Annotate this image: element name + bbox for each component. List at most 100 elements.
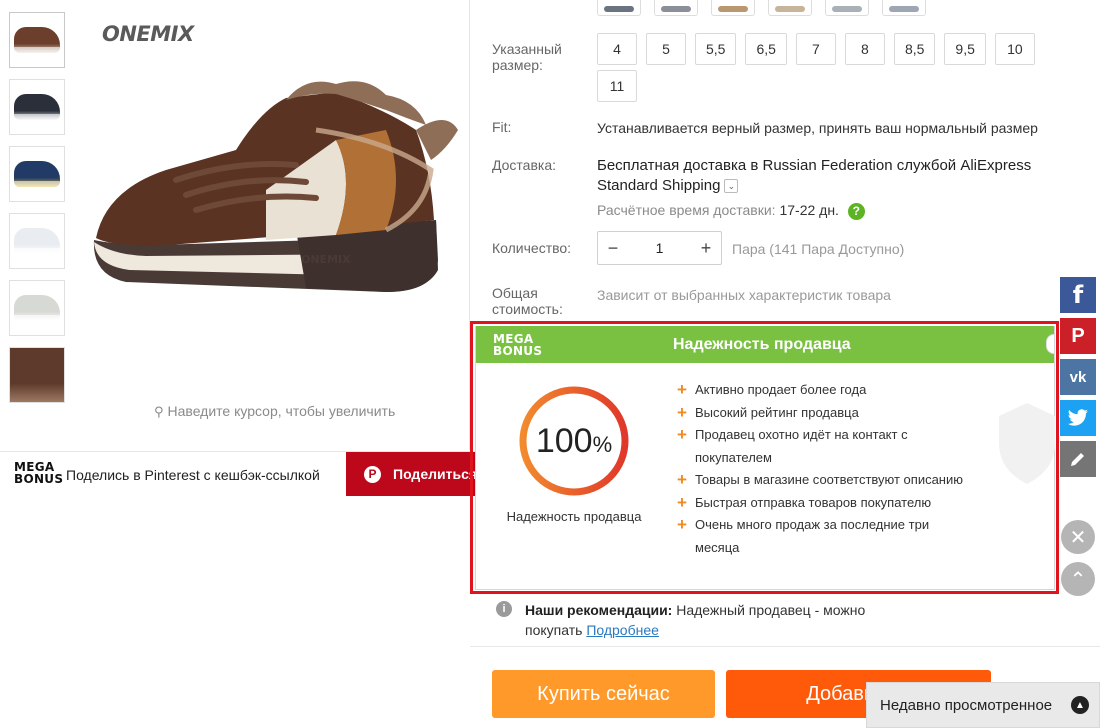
- thumbnail-image: [14, 27, 60, 53]
- size-option[interactable]: 7: [795, 33, 836, 65]
- color-swatch[interactable]: [768, 0, 812, 16]
- thumbnail[interactable]: [9, 12, 65, 68]
- thumbnail-list: [9, 12, 65, 414]
- pinterest-icon: P: [364, 465, 381, 483]
- thumbnail[interactable]: [9, 280, 65, 336]
- megabonus-logo: MEGA BONUS: [14, 461, 63, 485]
- size-option[interactable]: 5: [646, 33, 686, 65]
- color-swatch[interactable]: [654, 0, 698, 16]
- info-icon: i: [496, 601, 512, 617]
- plus-icon: +: [677, 470, 687, 489]
- collapse-tab[interactable]: [1046, 334, 1054, 354]
- recommendation-label: Наши рекомендации:: [525, 602, 673, 618]
- size-option[interactable]: 11: [597, 70, 637, 102]
- seller-reliability-panel: MEGA BONUS Надежность продавца 100% Наде…: [475, 326, 1055, 590]
- thumbnail-image: [14, 161, 60, 187]
- twitter-bird: [1067, 409, 1088, 426]
- fit-value: Устанавливается верный размер, принять в…: [597, 120, 1038, 136]
- plus-icon: +: [677, 425, 687, 444]
- quantity-increase-button[interactable]: +: [691, 232, 721, 264]
- color-swatch[interactable]: [597, 0, 641, 16]
- reliability-percent-sign: %: [592, 432, 613, 457]
- size-option[interactable]: 4: [597, 33, 637, 65]
- list-item: + Очень много продаж за последние три мес…: [677, 514, 967, 559]
- magnifier-icon: ⚲: [154, 404, 164, 419]
- total-label: Общая стоимость:: [492, 285, 563, 317]
- list-item: + Высокий рейтинг продавца: [677, 402, 967, 425]
- list-item: + Активно продает более года: [677, 379, 967, 402]
- plus-icon: +: [677, 492, 687, 512]
- chevron-up-icon[interactable]: ▲: [1071, 696, 1089, 714]
- zoom-hint: ⚲ Наведите курсор, чтобы увеличить: [154, 403, 395, 420]
- thumbnail-image: [14, 94, 60, 120]
- divider: [470, 646, 1100, 647]
- pinterest-icon[interactable]: P: [1060, 318, 1096, 354]
- twitter-icon[interactable]: [1060, 400, 1096, 436]
- reliability-points: + Активно продает более года + Высокий рей…: [677, 379, 967, 559]
- question-icon[interactable]: ?: [847, 202, 865, 220]
- size-option[interactable]: 6,5: [745, 33, 787, 65]
- quantity-decrease-button[interactable]: −: [598, 232, 628, 264]
- scroll-top-icon[interactable]: ⌃: [1061, 562, 1095, 596]
- color-swatch[interactable]: [825, 0, 869, 16]
- pinterest-share-label: Поделиться: [393, 466, 478, 482]
- color-swatch-fill: [604, 6, 634, 12]
- color-swatch[interactable]: [711, 0, 755, 16]
- color-swatch-fill: [661, 6, 691, 12]
- recently-viewed-bar[interactable]: Недавно просмотренное ▲: [866, 682, 1100, 728]
- shipping-label: Доставка:: [492, 157, 557, 173]
- size-option[interactable]: 9,5: [944, 33, 986, 65]
- brand-logo: ONEMIX: [102, 22, 194, 46]
- color-swatch-fill: [775, 6, 805, 12]
- details-link[interactable]: Подробнее: [586, 622, 659, 638]
- facebook-icon[interactable]: f: [1060, 277, 1096, 313]
- vk-icon[interactable]: vk: [1060, 359, 1096, 395]
- shipping-method-text: Бесплатная доставка в Russian Federation…: [597, 157, 1032, 194]
- list-item-text: Быстрая отправка товаров покупателю: [695, 494, 932, 510]
- megabonus-logo: MEGA BONUS: [493, 333, 542, 357]
- list-item-text: Очень много продаж за последние три меся…: [695, 517, 930, 555]
- reliability-percent: 100%: [518, 422, 630, 461]
- buy-now-button[interactable]: Купить сейчас: [492, 670, 715, 718]
- zoom-hint-text: Наведите курсор, чтобы увеличить: [167, 403, 396, 419]
- close-icon[interactable]: ✕: [1061, 520, 1095, 554]
- list-item: + Продавец охотно идёт на контакт с покуп…: [677, 424, 967, 469]
- list-item: + Товары в магазине соответствуют описани…: [677, 469, 967, 492]
- size-option[interactable]: 8,5: [893, 33, 936, 65]
- size-option[interactable]: 10: [994, 33, 1035, 65]
- size-option[interactable]: 8: [844, 33, 885, 65]
- thumbnail[interactable]: [9, 146, 65, 202]
- color-swatch-fill: [889, 6, 919, 12]
- list-item-text: Продавец охотно идёт на контакт с покупа…: [695, 427, 908, 465]
- color-swatch-list: [597, 0, 926, 16]
- reliability-percent-value: 100: [535, 422, 593, 460]
- size-label: Указанный размер:: [492, 41, 562, 73]
- quantity-input[interactable]: 1: [628, 240, 691, 256]
- thumbnail[interactable]: [9, 347, 65, 403]
- quantity-stepper: − 1 +: [597, 231, 722, 265]
- plus-icon: +: [677, 402, 687, 422]
- list-item-text: Высокий рейтинг продавца: [695, 404, 859, 420]
- list-item: + Быстрая отправка товаров покупателю: [677, 492, 967, 515]
- recently-viewed-label: Недавно просмотренное: [880, 696, 1053, 714]
- social-share-sidebar: f P vk: [1060, 277, 1096, 482]
- main-product-image[interactable]: ONEMIX: [86, 70, 466, 310]
- total-value: Зависит от выбранных характеристик товар…: [597, 287, 891, 303]
- pencil-icon[interactable]: [1060, 441, 1096, 477]
- thumbnail[interactable]: [9, 213, 65, 269]
- pinterest-share-bar: MEGA BONUS Поделись в Pinterest с кешбэк…: [0, 451, 504, 496]
- fit-label: Fit:: [492, 119, 512, 135]
- share-text: Поделись в Pinterest с кешбэк-ссылкой: [66, 467, 320, 483]
- color-swatch-fill: [832, 6, 862, 12]
- plus-icon: +: [677, 380, 687, 399]
- seller-reliability-header: MEGA BONUS Надежность продавца: [476, 326, 1054, 363]
- product-gallery: ONEMIX ONEMIX ⚲ Наведите курсор, чтобы ув…: [0, 0, 470, 450]
- shipping-method[interactable]: Бесплатная доставка в Russian Federation…: [597, 156, 1077, 196]
- seller-reliability-title: Надежность продавца: [673, 336, 851, 353]
- quantity-available: Пара (141 Пара Доступно): [732, 241, 905, 257]
- color-swatch[interactable]: [882, 0, 926, 16]
- thumbnail[interactable]: [9, 79, 65, 135]
- size-option[interactable]: 5,5: [695, 33, 737, 65]
- chevron-down-icon[interactable]: ⌄: [724, 179, 739, 194]
- list-item-text: Активно продает более года: [695, 382, 867, 397]
